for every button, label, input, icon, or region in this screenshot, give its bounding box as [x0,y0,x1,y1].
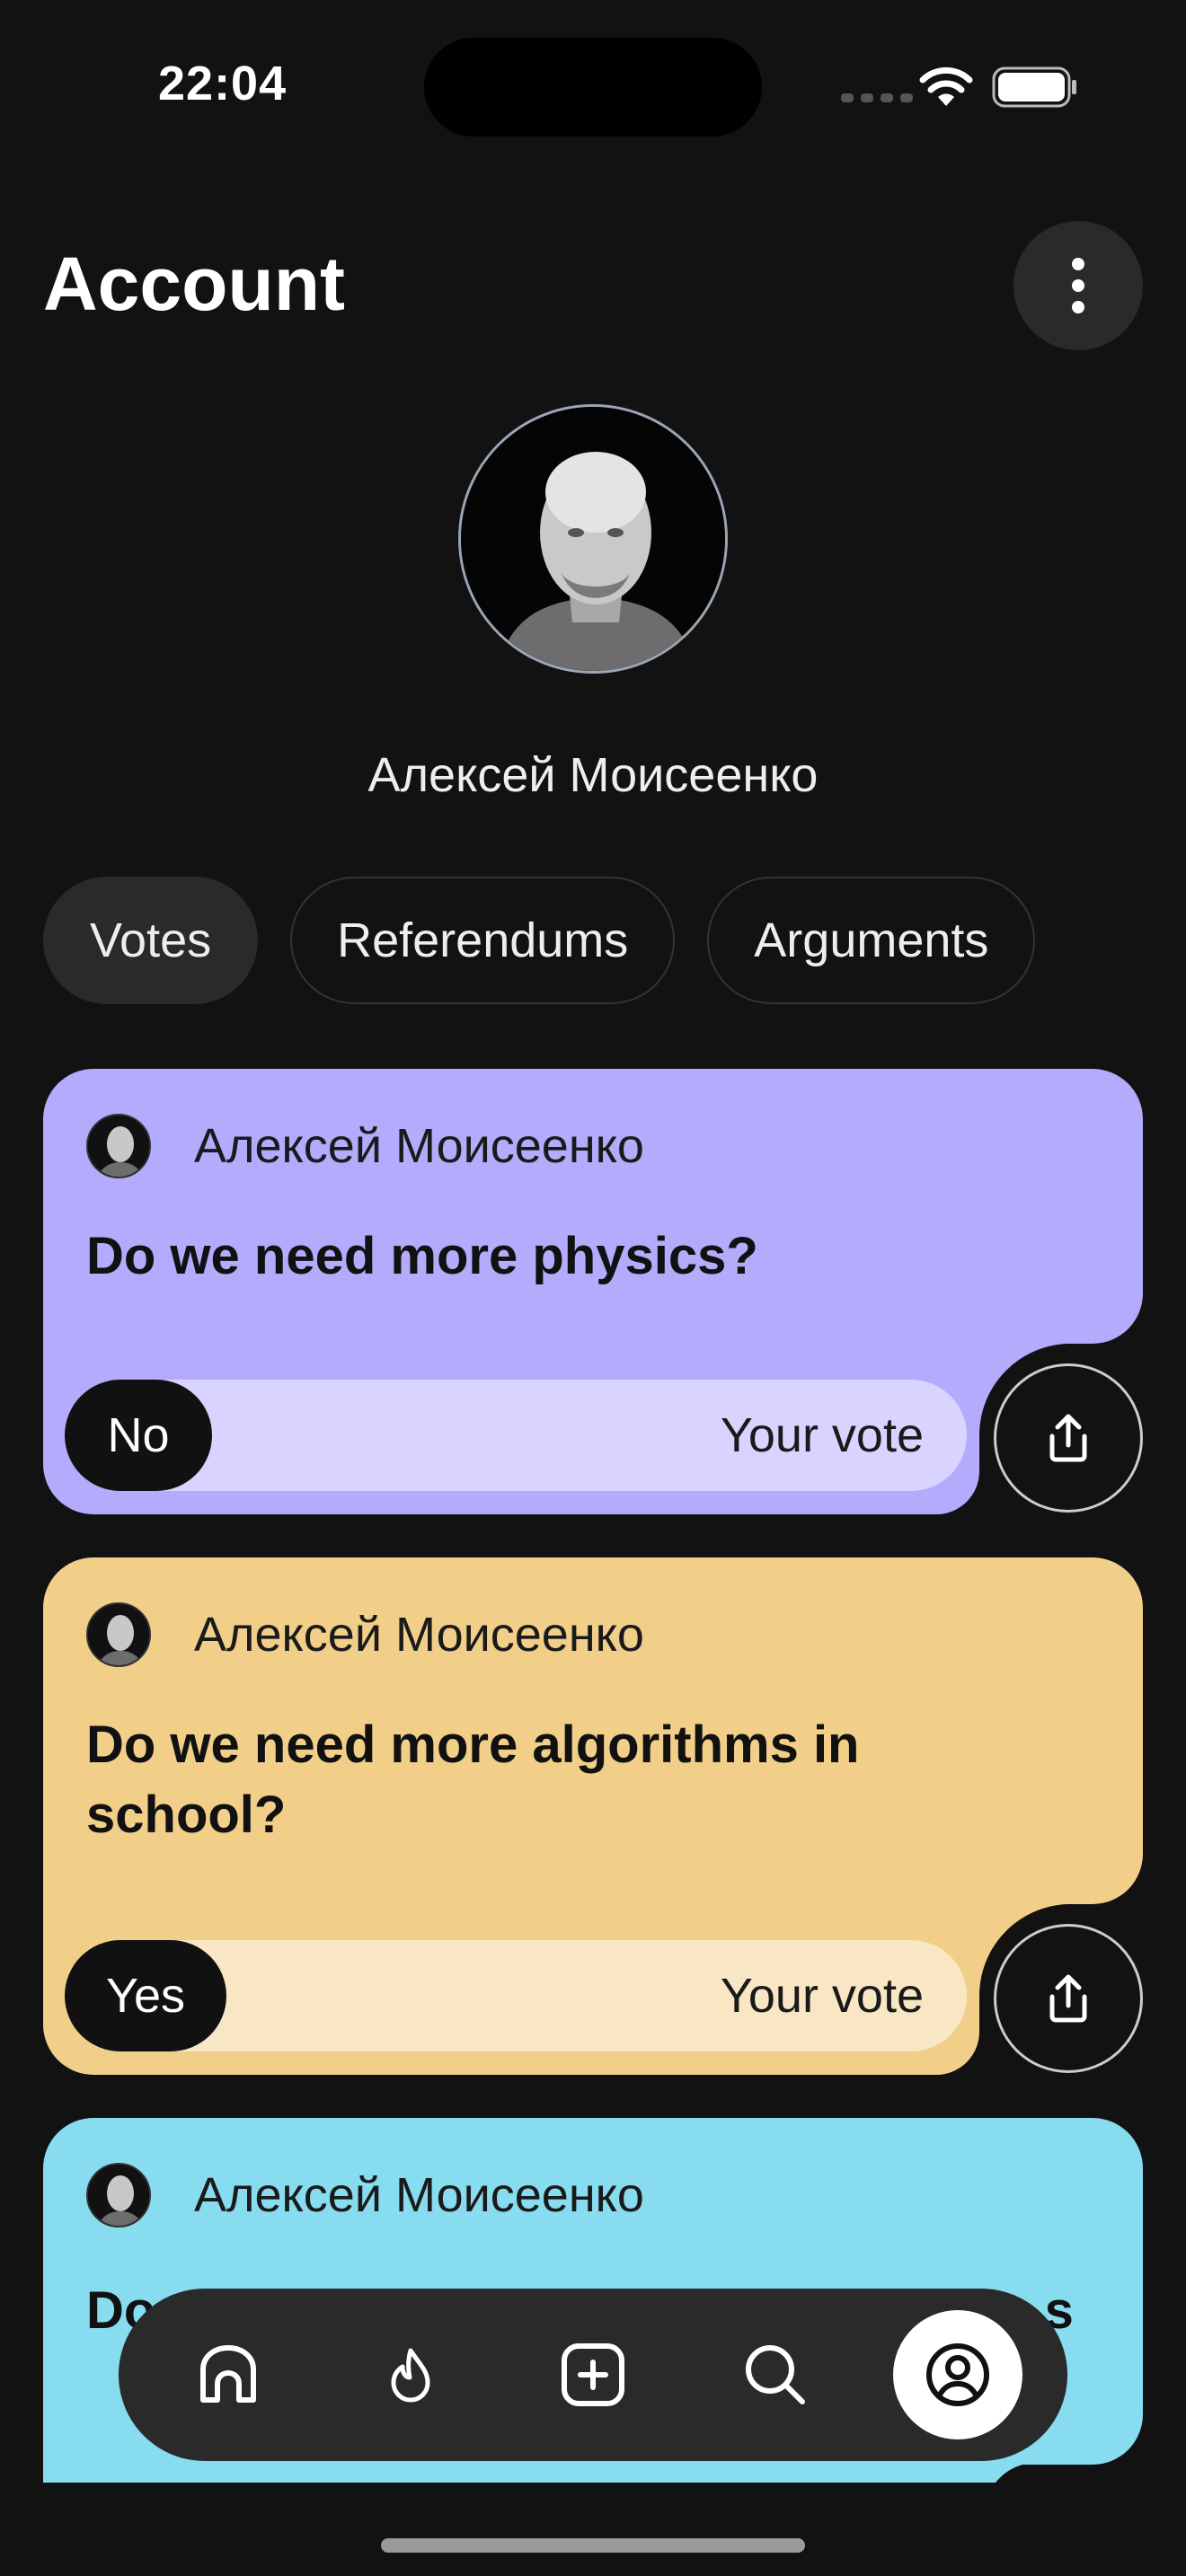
vote-card[interactable]: Алексей Моисеенко Do we need more physic… [43,1069,1143,1514]
card-author: Алексей Моисеенко [86,1602,644,1667]
author-name: Алексей Моисеенко [194,2168,644,2222]
your-vote-label: Your vote [720,1408,924,1462]
profile-avatar[interactable] [458,404,728,674]
card-author: Алексей Моисеенко [86,2163,644,2228]
search-icon [746,2345,806,2404]
tabbar-create[interactable] [528,2310,658,2439]
tabbar-trending[interactable] [346,2310,475,2439]
author-avatar [86,1114,151,1178]
card-author: Алексей Моисеенко [86,1114,644,1178]
vote-choice-pill: No [65,1380,212,1491]
your-vote-label: Your vote [720,1969,924,2023]
profile-icon [926,2343,990,2406]
home-indicator [381,2538,805,2553]
page-title: Account [43,242,345,326]
cellular-signal-icon [841,93,913,102]
more-options-button[interactable] [1013,221,1143,350]
segment-tabs: Votes Referendums Arguments [43,877,1036,1004]
tabbar-home[interactable] [164,2310,293,2439]
status-time: 22:04 [158,57,288,110]
wifi-icon [919,66,973,106]
home-icon [199,2345,256,2403]
share-button[interactable] [994,1363,1143,1513]
flame-icon [391,2348,430,2403]
vote-choice-pill: Yes [65,1940,226,2051]
battery-icon [992,66,1076,108]
bottom-tab-bar [119,2289,1067,2461]
share-icon [1049,1974,1087,2023]
card-question: Do we need more physics? [86,1227,758,1285]
vote-bar: Yes Your vote [65,1940,967,2051]
profile-name: Алексей Моисеенко [367,748,819,802]
tab-arguments[interactable]: Arguments [707,877,1036,1004]
tabbar-profile[interactable] [893,2310,1023,2439]
tab-referendums[interactable]: Referendums [290,877,676,1004]
share-icon [1049,1414,1087,1462]
more-dot-icon [1072,258,1084,270]
author-avatar [86,2163,151,2228]
card-question: Do we need more algorithms in school? [86,1716,860,1844]
tabbar-search[interactable] [711,2310,840,2439]
vote-bar: No Your vote [65,1380,967,1491]
dynamic-island [424,38,762,137]
more-dot-icon [1072,301,1084,313]
share-button[interactable] [994,1924,1143,2073]
tab-votes[interactable]: Votes [43,877,259,1004]
vote-card[interactable]: Алексей Моисеенко Do we need more algori… [43,1557,1143,2075]
add-square-icon [561,2343,624,2406]
more-dot-icon [1072,279,1084,292]
author-name: Алексей Моисеенко [194,1119,644,1173]
author-name: Алексей Моисеенко [194,1608,644,1662]
author-avatar [86,1602,151,1667]
